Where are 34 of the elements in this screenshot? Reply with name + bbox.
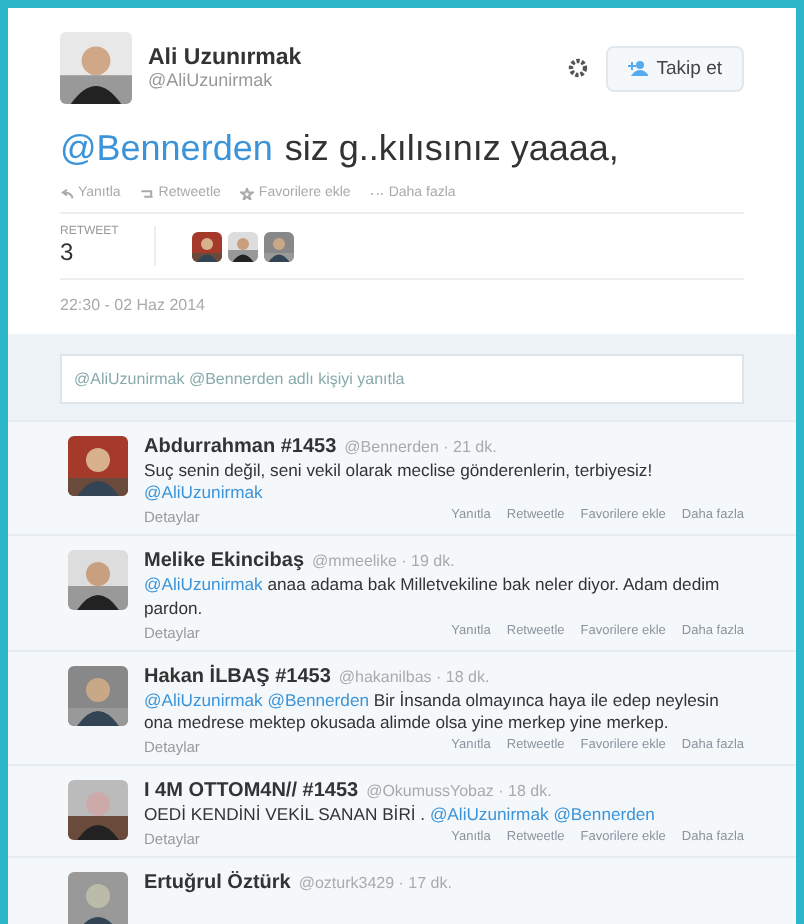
mention-link[interactable]: @AliUzunirmak: [429, 804, 549, 825]
mention-link[interactable]: @Bennerden: [267, 689, 370, 710]
reply-author[interactable]: Abdurrahman #1453: [144, 436, 337, 458]
star-icon: [240, 187, 255, 199]
reply-text: OEDİ KENDİNİ VEKİL SANAN BİRİ . @AliUzunirmak @Bennerden: [144, 804, 657, 827]
retweet-count[interactable]: 3: [60, 238, 119, 266]
reply-field[interactable]: @AliUzunirmak @Bennerden adlı kişiyi yanıtla: [60, 354, 744, 404]
mention-link[interactable]: @Bennerden: [60, 128, 273, 170]
reply-author[interactable]: Melike Ekincibaş: [144, 550, 305, 573]
reply-meta: @ozturk3429 · 17 dk.: [298, 874, 452, 893]
add-user-icon: [628, 60, 649, 76]
author-handle: @AliUzunirmak: [148, 70, 275, 90]
reply-meta: @mmeelike · 19 dk.: [312, 552, 455, 571]
reply-text: Suç senin değil, seni vekil olarak meclise gönderenlerin, terbiyesiz! @AliUzunirmak: [144, 460, 655, 505]
reply-author[interactable]: Ertuğrul Öztürk: [144, 872, 291, 895]
mention-link[interactable]: @AliUzunirmak: [144, 689, 263, 710]
reply-meta: @hakanilbas · 18 dk.: [338, 667, 490, 686]
reply-meta: @OkumussYobaz · 18 dk.: [366, 782, 552, 801]
mention-link[interactable]: @AliUzunirmak: [144, 482, 263, 503]
reply-text: @AliUzunirmak anaa adama bak Milletvekiline bak neler diyor. Adam dedim pardon.: [144, 574, 722, 620]
retweet-icon: [140, 187, 155, 199]
reply-author[interactable]: Hakan İLBAŞ #1453: [144, 665, 331, 688]
reply-icon: [60, 187, 74, 199]
author-name[interactable]: Ali Uzunırmak: [148, 46, 551, 70]
settings-icon[interactable]: [566, 56, 591, 80]
tweet-date: 22:30 - 02 Haz 2014: [60, 296, 207, 314]
tweet-text: siz g..kılısınız yaaaa,: [284, 128, 619, 170]
reply-meta: @Bennerden · 21 dk.: [344, 438, 497, 456]
reply-text: @AliUzunirmak @Bennerden Bir İnsanda olmayınca haya ile edep neylesin ona medrese mektep okusada alimde olsa yine merkep yine merkep.: [144, 689, 721, 735]
reply-author[interactable]: I 4M OTTOM4N// #1453: [144, 780, 359, 803]
mention-link[interactable]: @Bennerden: [553, 804, 655, 825]
follow-button[interactable]: Takip et: [606, 45, 744, 91]
ellipsis-icon: [370, 187, 385, 199]
mention-link[interactable]: @AliUzunirmak: [144, 574, 263, 595]
